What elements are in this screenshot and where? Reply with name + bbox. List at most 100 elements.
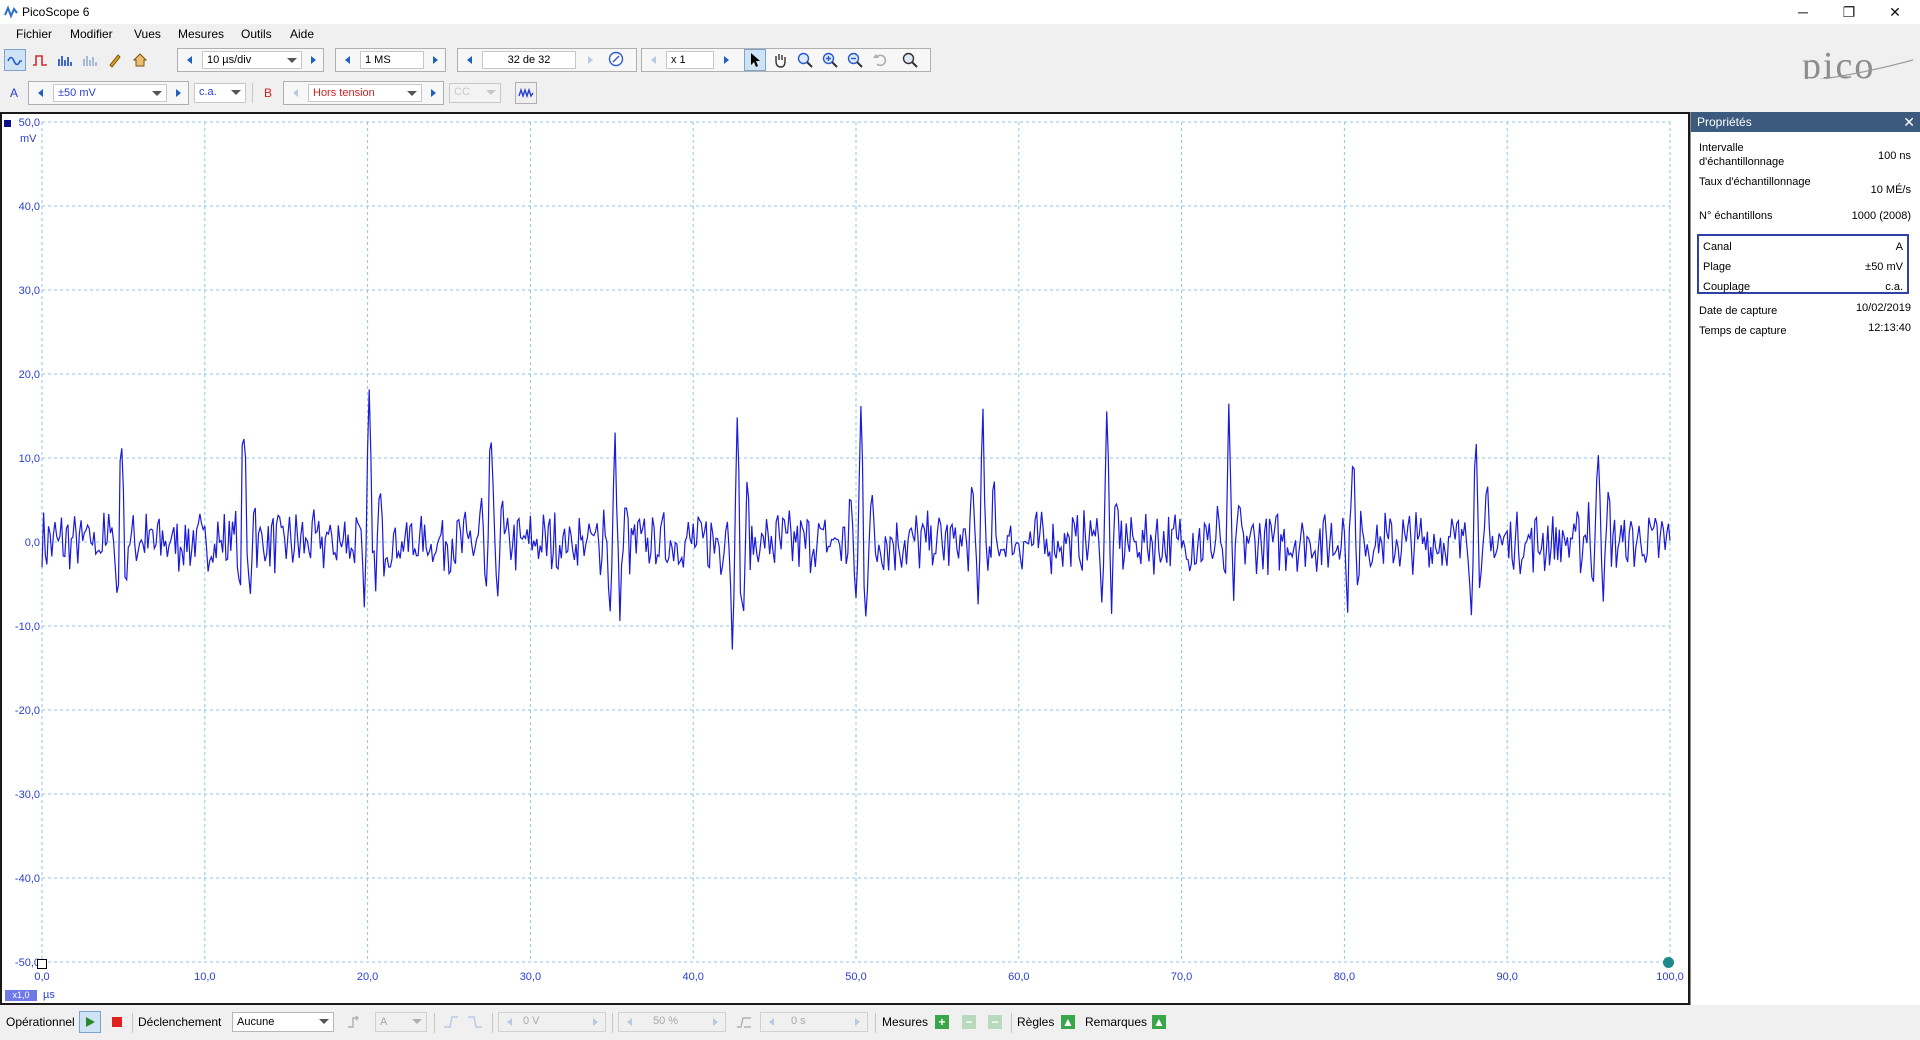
notes-icon[interactable]: ▲ [1152,1015,1166,1029]
property-row: Intervalle d'échantillonnage 100 ns [1699,142,1911,168]
menu-mesures[interactable]: Mesures [178,27,224,41]
channel-a-coupling-select[interactable]: c.a. [194,83,246,103]
channel-a-range-select[interactable]: ±50 mV [53,84,167,102]
minimize-button[interactable]: ─ [1780,0,1826,24]
spectrum-mode-icon [58,56,72,66]
trigger-delay-value: 0 s [791,1015,806,1027]
edit-measurement-icon[interactable]: − [962,1015,976,1029]
x-tick-label: 0,0 [34,971,49,983]
zoom-overview-button[interactable] [899,49,921,71]
undo-zoom-button[interactable] [869,49,891,71]
channel-b-coupling-select[interactable]: CC [449,83,501,103]
home-button[interactable] [129,49,151,71]
buffer-navigator-button[interactable] [608,51,624,67]
delete-measurement-icon[interactable]: − [988,1015,1002,1029]
x-tick-labels: 0,0 10,0 20,0 30,0 40,0 50,0 60,0 70,0 80,0 90,0 1… [34,971,1683,983]
trigger-mode-select[interactable]: Aucune [232,1012,334,1032]
level-next-button[interactable] [587,1014,603,1030]
property-row: N° échantillons 1000 (2008) [1699,210,1911,222]
pretrigger-next-button[interactable] [707,1014,723,1030]
x-tick-label: 10,0 [194,971,215,983]
samples-next-button[interactable] [427,52,443,68]
start-button[interactable] [79,1011,101,1033]
run-state-label: Opérationnel [6,1015,75,1029]
pretrigger-prev-button[interactable] [621,1014,637,1030]
trigger-channel-select[interactable]: A [375,1012,427,1032]
menu-outils[interactable]: Outils [241,27,272,41]
properties-panel: Propriétés ✕ Intervalle d'échantillonnag… [1690,112,1920,1005]
close-icon[interactable]: ✕ [1903,112,1915,132]
range-b-prev-button[interactable] [287,85,303,101]
buffer-prev-button[interactable] [461,52,477,68]
zoom-out-button[interactable] [844,49,866,71]
scope-mode-button[interactable] [4,49,26,71]
hand-tool-button[interactable] [769,49,791,71]
x-tick-label: 40,0 [682,971,703,983]
channel-b-button[interactable]: B [257,82,279,104]
signal-generator-button[interactable] [515,82,537,104]
menu-modifier[interactable]: Modifier [70,27,113,41]
spectrum-mode-button[interactable] [54,49,76,71]
menu-aide[interactable]: Aide [290,27,314,41]
range-b-next-button[interactable] [425,85,441,101]
probe-button[interactable] [104,49,126,71]
trigger-falling-button[interactable] [464,1011,486,1033]
dropdown-icon [407,91,417,96]
x-tick-label: 90,0 [1496,971,1517,983]
trigger-delay-group: 0 s [760,1012,868,1032]
zoom-next-button[interactable] [718,52,734,68]
trigger-timing-button[interactable] [733,1011,755,1033]
scope-mode-icon [7,56,22,66]
rulers-icon[interactable]: ▲ [1061,1015,1075,1029]
x-unit-label: µs [43,989,55,1001]
channel-a-marker [4,120,11,127]
zoom-in-button[interactable] [819,49,841,71]
add-measurement-icon[interactable]: + [935,1015,949,1029]
delay-next-button[interactable] [849,1014,865,1030]
ruler-handle-left[interactable] [37,959,47,969]
picoscope-app-icon [4,5,18,19]
scope-grid [41,121,1671,963]
zoom-prev-button[interactable] [645,52,661,68]
channel-toolbar: A ±50 mV c.a. B Hors tension CC [0,79,1920,107]
timebase-next-button[interactable] [305,52,321,68]
y-unit-label: mV [20,133,37,145]
zoom-area-button[interactable] [794,49,816,71]
channel-a-label: A [9,86,18,100]
menu-vues[interactable]: Vues [134,27,161,41]
trigger-type-button[interactable] [344,1011,366,1033]
select-tool-button[interactable] [744,49,766,71]
right-arrow-icon [430,89,436,97]
persistence-mode-button[interactable] [29,49,51,71]
range-a-prev-button[interactable] [32,85,48,101]
x-scale-badge[interactable]: x1,0 [5,990,37,1001]
close-button[interactable]: ✕ [1872,0,1918,24]
buffer-next-button[interactable] [582,52,598,68]
channel-a-button[interactable]: A [3,82,25,104]
scope-plot[interactable]: 50,0 40,0 30,0 20,0 10,0 0,0 -10,0 -20,0 -30,0 -4… [0,112,1690,1005]
range-a-next-button[interactable] [170,85,186,101]
trigger-edge-icon [348,1015,359,1028]
level-prev-button[interactable] [501,1014,517,1030]
persistence-mode-icon [33,55,47,66]
stop-button[interactable] [106,1011,128,1033]
right-arrow-icon [310,56,316,64]
y-tick-label: 50,0 [19,117,40,129]
timebase-select[interactable]: 10 µs/div [202,51,302,69]
zoom-in-icon [822,52,838,68]
maximize-button[interactable]: ❐ [1826,0,1872,24]
persistence-spectrum-button[interactable] [79,49,101,71]
buffer-field[interactable]: 32 de 32 [482,51,576,69]
samples-select[interactable]: 1 MS [360,51,424,69]
timebase-prev-button[interactable] [181,52,197,68]
channel-b-range-select[interactable]: Hors tension [308,84,422,102]
dropdown-icon [486,90,496,95]
title-bar: PicoScope 6 ─ ❐ ✕ [0,0,1920,24]
x-tick-label: 100,0 [1656,971,1684,983]
menu-fichier[interactable]: Fichier [16,27,52,41]
samples-prev-button[interactable] [339,52,355,68]
delay-prev-button[interactable] [763,1014,779,1030]
ruler-handle-right[interactable] [1663,957,1674,968]
zoom-field[interactable]: x 1 [666,51,714,69]
trigger-rising-button[interactable] [440,1011,462,1033]
